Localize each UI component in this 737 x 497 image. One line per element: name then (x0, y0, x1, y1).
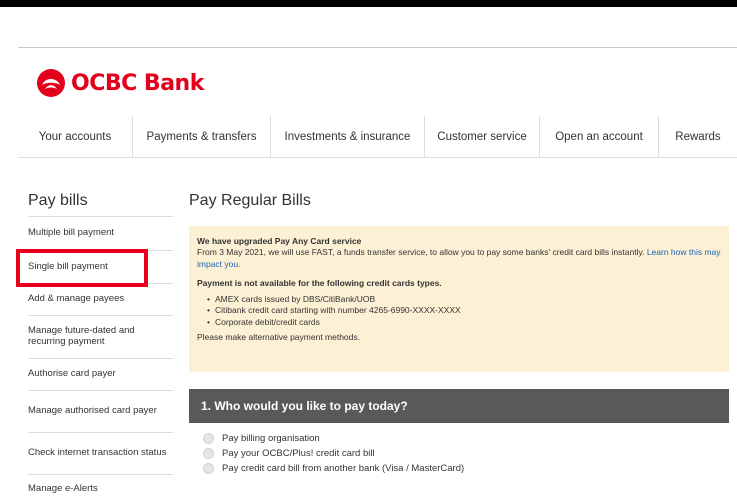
sidebar-item-manage-e-alerts[interactable]: Manage e-Alerts (28, 475, 173, 497)
ocbc-logo[interactable]: OCBC Bank (36, 68, 204, 98)
sidebar-item-add-manage-payees[interactable]: Add & manage payees (28, 284, 173, 316)
nav-customer-service[interactable]: Customer service (425, 116, 540, 158)
notice-footer: Please make alternative payment methods. (197, 332, 361, 343)
unavailable-heading: Payment is not available for the followi… (197, 278, 442, 289)
list-item: Corporate debit/credit cards (207, 317, 721, 329)
ocbc-logo-icon (37, 69, 65, 97)
nav-payments-transfers[interactable]: Payments & transfers (133, 116, 271, 158)
option-pay-ocbc-card-bill[interactable]: Pay your OCBC/Plus! credit card bill (203, 446, 464, 461)
nav-your-accounts[interactable]: Your accounts (18, 116, 133, 158)
sidebar-item-authorise-card-payer[interactable]: Authorise card payer (28, 359, 173, 391)
page-title: Pay Regular Bills (189, 192, 311, 209)
notice-body: From 3 May 2021, we will use FAST, a fun… (197, 247, 645, 258)
nav-investments-insurance[interactable]: Investments & insurance (271, 116, 425, 158)
option-label: Pay your OCBC/Plus! credit card bill (222, 448, 375, 459)
main-nav: Your accounts Payments & transfers Inves… (18, 116, 737, 158)
nav-open-account[interactable]: Open an account (540, 116, 659, 158)
nav-rewards[interactable]: Rewards (659, 116, 737, 158)
main-content: Pay Regular Bills (189, 185, 729, 217)
list-item: Citibank credit card starting with numbe… (207, 305, 721, 317)
option-label: Pay credit card bill from another bank (… (222, 463, 465, 474)
header-divider (18, 47, 737, 48)
unavailable-list: AMEX cards issued by DBS/CitiBank/UOB Ci… (207, 294, 721, 329)
list-item: AMEX cards issued by DBS/CitiBank/UOB (207, 294, 721, 306)
notice-panel: We have upgraded Pay Any Card service Fr… (189, 226, 729, 372)
radio-icon[interactable] (203, 448, 214, 459)
notice-heading: We have upgraded Pay Any Card service (197, 236, 362, 246)
radio-icon[interactable] (203, 463, 214, 474)
highlight-annotation-box (16, 249, 148, 287)
section-heading: 1. Who would you like to pay today? (189, 389, 729, 423)
sidebar-item-manage-authorised-card-payer[interactable]: Manage authorised card payer (28, 391, 173, 433)
option-pay-other-bank-card[interactable]: Pay credit card bill from another bank (… (203, 461, 464, 476)
radio-icon[interactable] (203, 433, 214, 444)
sidebar-title: Pay bills (28, 185, 173, 217)
sidebar-item-check-transaction-status[interactable]: Check internet transaction status (28, 433, 173, 475)
top-bar (0, 0, 737, 7)
option-label: Pay billing organisation (222, 433, 320, 444)
brand-name: OCBC Bank (71, 70, 204, 96)
payee-type-options: Pay billing organisation Pay your OCBC/P… (203, 431, 464, 476)
sidebar-item-multiple-bill-payment[interactable]: Multiple bill payment (28, 217, 173, 251)
sidebar: Pay bills Multiple bill payment Single b… (28, 185, 173, 497)
sidebar-item-manage-future-dated[interactable]: Manage future-dated and recurring paymen… (28, 316, 173, 359)
option-pay-billing-organisation[interactable]: Pay billing organisation (203, 431, 464, 446)
